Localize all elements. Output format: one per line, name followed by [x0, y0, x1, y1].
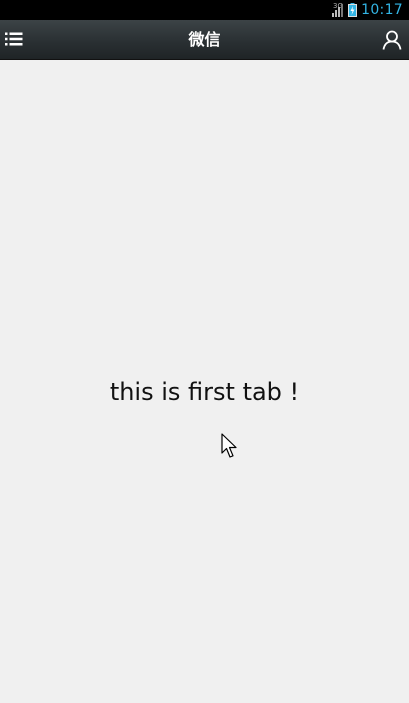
profile-button[interactable] [380, 28, 404, 52]
tab-content: this is first tab ! [0, 60, 409, 703]
status-bar: 3G 10:17 [0, 0, 409, 20]
status-icons: 10:17 [332, 0, 403, 20]
person-icon [382, 30, 402, 50]
battery-charging-icon [348, 3, 358, 17]
title-bar: 微信 [0, 20, 409, 60]
mouse-pointer-icon [221, 433, 237, 458]
clock: 10:17 [361, 2, 403, 18]
signal-icon [332, 4, 344, 17]
tab-message: this is first tab ! [109, 378, 300, 406]
page-title: 微信 [188, 30, 221, 49]
